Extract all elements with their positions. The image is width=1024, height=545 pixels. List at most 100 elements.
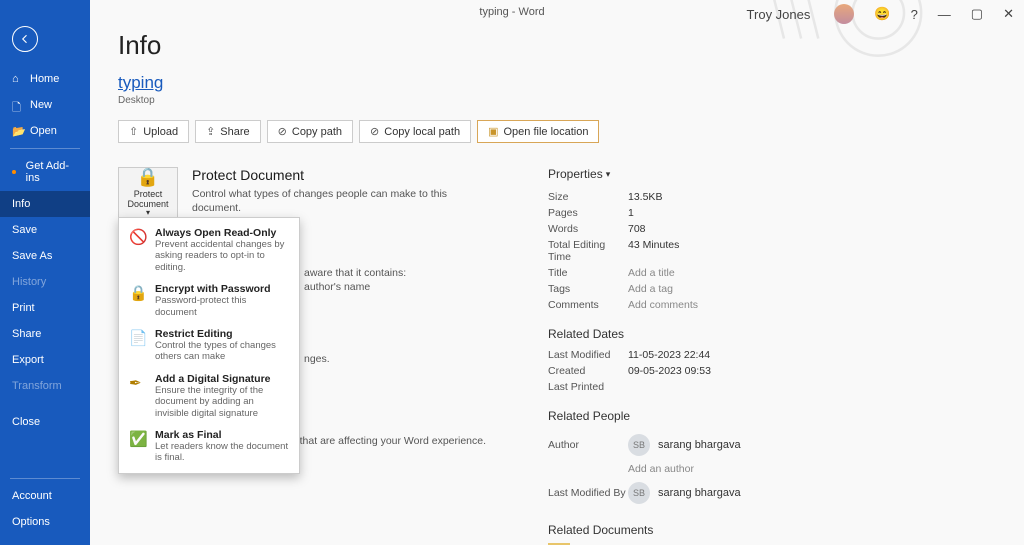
related-people-header: Related People — [548, 409, 996, 423]
folder-open-icon: 📂 — [12, 125, 24, 137]
sidebar-item-options[interactable]: Options — [0, 509, 90, 535]
button-label: Protect Document — [121, 190, 175, 210]
sidebar-item-account[interactable]: Account — [0, 483, 90, 509]
menu-always-read-only[interactable]: 🚫 Always Open Read-OnlyPrevent accidenta… — [119, 222, 299, 278]
button-label: Copy path — [292, 126, 342, 138]
final-icon: ✅ — [129, 429, 147, 464]
share-icon: ⇪ — [206, 125, 215, 138]
document-location: Desktop — [118, 95, 996, 106]
inspect-fragment: aware that it contains: author's name ng… — [304, 267, 406, 365]
sidebar-label: Close — [12, 416, 40, 428]
sidebar-item-get-addins[interactable]: Get Add-ins — [0, 153, 90, 191]
document-name[interactable]: typing — [118, 73, 163, 92]
button-label: Share — [220, 126, 249, 138]
upload-button[interactable]: ⇧ Upload — [118, 120, 189, 143]
sidebar-label: Get Add-ins — [26, 160, 78, 184]
folder-icon: ▣ — [488, 125, 498, 138]
protect-document-section: 🔒 Protect Document ▾ Protect Document Co… — [118, 167, 488, 219]
prop-key: Last Modified — [548, 349, 628, 361]
menu-desc: Prevent accidental changes by asking rea… — [155, 239, 289, 273]
sidebar-item-open[interactable]: 📂 Open — [0, 118, 90, 144]
sidebar-label: Options — [12, 516, 50, 528]
related-dates-header: Related Dates — [548, 327, 996, 341]
menu-title: Add a Digital Signature — [155, 373, 289, 385]
sidebar-item-info[interactable]: Info — [0, 191, 90, 217]
sidebar-item-print[interactable]: Print — [0, 295, 90, 321]
menu-title: Mark as Final — [155, 429, 289, 441]
prop-key: Created — [548, 365, 628, 377]
sidebar-item-save[interactable]: Save — [0, 217, 90, 243]
back-button[interactable] — [12, 26, 38, 52]
sidebar-label: Share — [12, 328, 41, 340]
modified-by-person[interactable]: SB sarang bhargava — [628, 482, 741, 504]
menu-desc: Control the types of changes others can … — [155, 340, 289, 363]
copy-path-button[interactable]: ⊘ Copy path — [267, 120, 353, 143]
home-icon: ⌂ — [12, 73, 24, 85]
sidebar-item-export[interactable]: Export — [0, 347, 90, 373]
person-name: sarang bhargava — [658, 439, 741, 451]
action-row: ⇧ Upload ⇪ Share ⊘ Copy path ⊘ Copy local pa… — [118, 120, 996, 143]
prop-value: 11-05-2023 22:44 — [628, 349, 710, 361]
sidebar-label: Account — [12, 490, 52, 502]
prop-value-editable[interactable]: Add a title — [628, 267, 675, 279]
readonly-icon: 🚫 — [129, 227, 147, 273]
prop-key: Comments — [548, 299, 628, 311]
sidebar-item-share[interactable]: Share — [0, 321, 90, 347]
protect-document-button[interactable]: 🔒 Protect Document ▾ — [118, 167, 178, 219]
sidebar-label: Home — [30, 73, 59, 85]
sidebar-label: Save As — [12, 250, 52, 262]
properties-header[interactable]: Properties▾ — [548, 167, 996, 181]
sidebar-label: Open — [30, 125, 57, 137]
lock-icon: 🔒 — [129, 283, 147, 318]
share-button[interactable]: ⇪ Share — [195, 120, 261, 143]
button-label: Open file location — [503, 126, 588, 138]
prop-value-editable[interactable]: Add comments — [628, 299, 698, 311]
prop-value: 13.5KB — [628, 191, 662, 203]
sidebar-item-home[interactable]: ⌂ Home — [0, 66, 90, 92]
prop-key: Last Printed — [548, 381, 628, 393]
menu-desc: Password-protect this document — [155, 295, 289, 318]
button-label: Copy local path — [384, 126, 460, 138]
menu-encrypt-password[interactable]: 🔒 Encrypt with PasswordPassword-protect … — [119, 278, 299, 323]
prop-key: Words — [548, 223, 628, 235]
sidebar-label: Print — [12, 302, 35, 314]
sidebar-label: Save — [12, 224, 37, 236]
prop-key: Pages — [548, 207, 628, 219]
author-person[interactable]: SB sarang bhargava — [628, 434, 741, 456]
protect-desc: Control what types of changes people can… — [192, 187, 488, 215]
sidebar-item-close[interactable]: Close — [0, 409, 90, 435]
prop-key: Size — [548, 191, 628, 203]
prop-value: 708 — [628, 223, 646, 235]
signature-icon: ✒ — [129, 373, 147, 419]
person-initials: SB — [628, 482, 650, 504]
person-name: sarang bhargava — [658, 487, 741, 499]
link-icon: ⊘ — [278, 125, 287, 138]
menu-mark-final[interactable]: ✅ Mark as FinalLet readers know the docu… — [119, 424, 299, 469]
sidebar-item-history: History — [0, 269, 90, 295]
menu-title: Restrict Editing — [155, 328, 289, 340]
menu-digital-signature[interactable]: ✒ Add a Digital SignatureEnsure the inte… — [119, 368, 299, 424]
sidebar-item-new[interactable]: 🗋New — [0, 92, 90, 118]
copy-local-path-button[interactable]: ⊘ Copy local path — [359, 120, 471, 143]
open-file-location-button[interactable]: ▣ Open file location — [477, 120, 599, 143]
button-label: Upload — [143, 126, 178, 138]
add-author[interactable]: Add an author — [628, 463, 694, 475]
menu-desc: Ensure the integrity of the document by … — [155, 385, 289, 419]
protect-document-menu: 🚫 Always Open Read-OnlyPrevent accidenta… — [118, 217, 300, 474]
prop-key: Total Editing Time — [548, 239, 628, 263]
prop-key: Title — [548, 267, 628, 279]
person-initials: SB — [628, 434, 650, 456]
upload-icon: ⇧ — [129, 125, 138, 138]
prop-key: Tags — [548, 283, 628, 295]
chevron-down-icon: ▾ — [606, 169, 611, 180]
sidebar-label: New — [30, 99, 52, 111]
sidebar-label: History — [12, 276, 46, 288]
menu-restrict-editing[interactable]: 📄 Restrict EditingControl the types of c… — [119, 323, 299, 368]
sidebar-item-save-as[interactable]: Save As — [0, 243, 90, 269]
link-icon: ⊘ — [370, 125, 379, 138]
prop-value: 09-05-2023 09:53 — [628, 365, 711, 377]
prop-value-editable[interactable]: Add a tag — [628, 283, 673, 295]
sidebar-label: Info — [12, 198, 30, 210]
prop-value: 43 Minutes — [628, 239, 679, 263]
protect-title: Protect Document — [192, 167, 488, 183]
